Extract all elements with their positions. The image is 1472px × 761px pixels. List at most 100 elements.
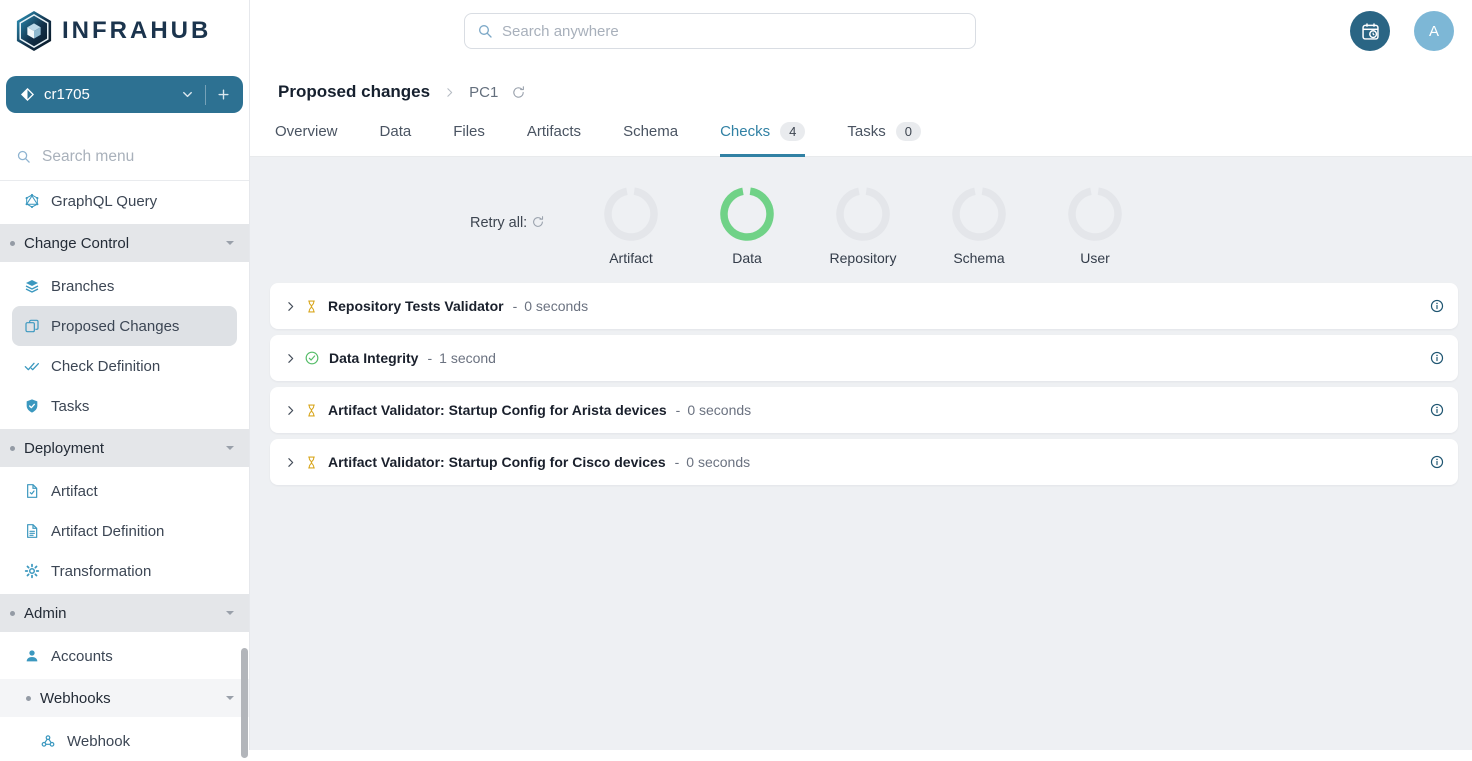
sidebar-item-webhook[interactable]: Webhook bbox=[0, 721, 249, 761]
avatar[interactable]: A bbox=[1414, 11, 1454, 51]
sidebar-item-label: Artifact Definition bbox=[51, 523, 164, 540]
tasks-count-badge: 0 bbox=[896, 122, 921, 141]
sidebar-item-label: Accounts bbox=[51, 648, 113, 665]
tab-data[interactable]: Data bbox=[380, 122, 412, 157]
sidebar-item-tasks[interactable]: Tasks bbox=[0, 386, 249, 426]
graphql-icon bbox=[24, 193, 40, 209]
content-header: Proposed changes PC1 Overview Data Files… bbox=[250, 62, 1472, 157]
sidebar-item-artifact[interactable]: Artifact bbox=[0, 471, 249, 511]
tab-tasks[interactable]: Tasks 0 bbox=[847, 122, 921, 157]
sidebar-item-check-definition[interactable]: Check Definition bbox=[0, 346, 249, 386]
sidebar-item-graphql-query[interactable]: GraphQL Query bbox=[0, 181, 249, 221]
branch-name: cr1705 bbox=[44, 86, 180, 103]
breadcrumb-section[interactable]: Proposed changes bbox=[278, 82, 430, 102]
sidebar-section-label: Webhooks bbox=[40, 690, 111, 707]
bullet-icon bbox=[10, 611, 15, 616]
sidebar-item-label: Transformation bbox=[51, 563, 151, 580]
sidebar-section-deployment[interactable]: Deployment bbox=[0, 429, 249, 467]
proposed-changes-icon bbox=[24, 318, 40, 334]
sidebar-section-change-control[interactable]: Change Control bbox=[0, 224, 249, 262]
validator-row[interactable]: Artifact Validator: Startup Config for C… bbox=[270, 439, 1458, 485]
sidebar-section-admin[interactable]: Admin bbox=[0, 594, 249, 632]
check-circle-icon bbox=[305, 351, 319, 365]
schedule-button[interactable] bbox=[1350, 11, 1390, 51]
validator-row[interactable]: Artifact Validator: Startup Config for A… bbox=[270, 387, 1458, 433]
progress-ring-icon bbox=[952, 187, 1006, 241]
check-category-artifact[interactable]: Artifact bbox=[573, 187, 689, 266]
caret-down-icon bbox=[225, 443, 235, 453]
progress-ring-icon bbox=[1068, 187, 1122, 241]
progress-ring-icon bbox=[604, 187, 658, 241]
tab-artifacts[interactable]: Artifacts bbox=[527, 122, 581, 157]
sidebar-item-accounts[interactable]: Accounts bbox=[0, 636, 249, 676]
validator-duration: 0 seconds bbox=[524, 298, 588, 314]
chevron-down-icon[interactable] bbox=[180, 87, 195, 102]
brand-wordmark: INFRAHUB bbox=[62, 17, 211, 45]
search-icon bbox=[16, 149, 31, 164]
menu-search-input[interactable] bbox=[42, 148, 212, 166]
validator-name: Artifact Validator: Startup Config for C… bbox=[328, 454, 666, 470]
sidebar-item-label: Webhook bbox=[67, 733, 130, 750]
validator-row[interactable]: Data Integrity - 1 second bbox=[270, 335, 1458, 381]
breadcrumb: Proposed changes PC1 bbox=[278, 82, 526, 102]
caret-down-icon bbox=[225, 693, 235, 703]
calendar-clock-icon bbox=[1360, 21, 1381, 42]
refresh-button[interactable] bbox=[511, 85, 526, 100]
validator-name: Artifact Validator: Startup Config for A… bbox=[328, 402, 667, 418]
validator-row[interactable]: Repository Tests Validator - 0 seconds bbox=[270, 283, 1458, 329]
webhook-icon bbox=[40, 733, 56, 749]
expand-chevron-icon[interactable] bbox=[284, 300, 297, 313]
app-logo[interactable]: INFRAHUB bbox=[0, 0, 249, 62]
info-icon[interactable] bbox=[1430, 403, 1444, 417]
sidebar-item-label: Check Definition bbox=[51, 358, 160, 375]
sidebar-item-branches[interactable]: Branches bbox=[0, 266, 249, 306]
info-icon[interactable] bbox=[1430, 351, 1444, 365]
validator-duration: 1 second bbox=[439, 350, 496, 366]
global-search[interactable] bbox=[464, 13, 976, 49]
check-category-repository[interactable]: Repository bbox=[805, 187, 921, 266]
expand-chevron-icon[interactable] bbox=[284, 404, 297, 417]
bullet-icon bbox=[10, 241, 15, 246]
sidebar-item-artifact-definition[interactable]: Artifact Definition bbox=[0, 511, 249, 551]
validator-duration: 0 seconds bbox=[687, 402, 751, 418]
branch-icon bbox=[20, 87, 35, 102]
validator-list: Repository Tests Validator - 0 seconds D… bbox=[270, 283, 1458, 491]
sidebar-section-webhooks[interactable]: Webhooks bbox=[0, 679, 249, 717]
sidebar-section-label: Change Control bbox=[24, 235, 129, 252]
branch-selector[interactable]: cr1705 bbox=[6, 76, 243, 113]
info-icon[interactable] bbox=[1430, 455, 1444, 469]
person-icon bbox=[24, 648, 40, 664]
sidebar-item-label: Branches bbox=[51, 278, 114, 295]
document-check-icon bbox=[24, 483, 40, 499]
retry-all-label: Retry all: bbox=[470, 215, 527, 231]
infrahub-logo-icon bbox=[15, 10, 53, 52]
info-icon[interactable] bbox=[1430, 299, 1444, 313]
validator-duration: 0 seconds bbox=[686, 454, 750, 470]
global-search-input[interactable] bbox=[502, 23, 975, 40]
search-icon bbox=[477, 23, 493, 39]
sidebar-section-label: Admin bbox=[24, 605, 67, 622]
document-lines-icon bbox=[24, 523, 40, 539]
tab-schema[interactable]: Schema bbox=[623, 122, 678, 157]
add-branch-button[interactable] bbox=[216, 87, 231, 102]
tab-files[interactable]: Files bbox=[453, 122, 485, 157]
tab-bar: Overview Data Files Artifacts Schema Che… bbox=[275, 122, 921, 157]
sidebar-item-transformation[interactable]: Transformation bbox=[0, 551, 249, 591]
check-category-data[interactable]: Data bbox=[689, 187, 805, 266]
sidebar-search[interactable] bbox=[0, 133, 249, 181]
check-category-user[interactable]: User bbox=[1037, 187, 1153, 266]
retry-all-button[interactable] bbox=[531, 215, 545, 234]
expand-chevron-icon[interactable] bbox=[284, 352, 297, 365]
avatar-initial: A bbox=[1429, 23, 1439, 40]
hourglass-icon bbox=[305, 300, 318, 313]
validator-name: Data Integrity bbox=[329, 350, 418, 366]
sidebar: INFRAHUB cr1705 bbox=[0, 0, 250, 750]
expand-chevron-icon[interactable] bbox=[284, 456, 297, 469]
sidebar-scrollbar[interactable] bbox=[241, 648, 248, 758]
check-category-schema[interactable]: Schema bbox=[921, 187, 1037, 266]
tab-overview[interactable]: Overview bbox=[275, 122, 338, 157]
tab-checks[interactable]: Checks 4 bbox=[720, 122, 805, 157]
caret-down-icon bbox=[225, 238, 235, 248]
sidebar-item-label: Artifact bbox=[51, 483, 98, 500]
sidebar-item-proposed-changes[interactable]: Proposed Changes bbox=[12, 306, 237, 346]
